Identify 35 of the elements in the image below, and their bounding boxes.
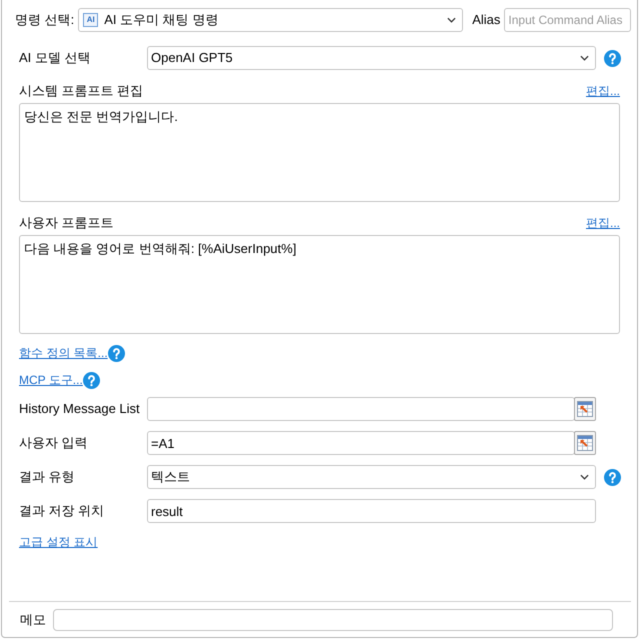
field-label: 결과 유형 [19,468,76,486]
field-label: AI 모델 선택 [19,49,92,68]
ai-icon: AI [83,12,98,26]
chevron-down-icon [580,55,589,61]
advanced-settings-link[interactable]: 고급 설정 표시 [19,533,98,551]
edit-link[interactable]: 편집... [586,214,620,232]
command-label: 명령 선택: [15,10,74,29]
help-icon[interactable] [604,50,621,66]
command-select[interactable]: AI AI 도우미 채팅 명령 [78,8,464,32]
text-input[interactable]: =A1 [147,431,575,455]
model-select[interactable]: OpenAI GPT5 [147,46,596,70]
prompt-textarea[interactable]: 당신은 전문 번역가입니다. [19,103,620,202]
field-label: History Message List [19,400,141,418]
section-label: 시스템 프롬프트 편집 [19,82,144,100]
function-link[interactable]: 함수 정의 목록... [19,344,108,362]
text-input[interactable]: result [147,499,596,523]
memo-label: 메모 [20,611,47,630]
edit-link[interactable]: 편집... [586,82,620,100]
chevron-down-icon [447,16,456,22]
chevron-down-icon [580,474,589,480]
field-label: 결과 저장 위치 [19,502,106,520]
alias-label: Alias [472,10,500,29]
prompt-textarea[interactable]: 다음 내용을 영어로 번역해줘: [%AiUserInput%] [19,235,620,334]
help-icon[interactable] [82,372,100,388]
text-input[interactable] [147,397,575,421]
function-link[interactable]: MCP 도구... [19,371,83,389]
type-select[interactable]: 텍스트 [147,465,596,489]
help-icon[interactable] [604,468,621,486]
memo-input[interactable] [53,609,613,631]
field-label: 사용자 입력 [19,434,89,452]
alias-input[interactable]: Input Command Alias [504,8,632,32]
section-label: 사용자 프롬프트 [19,214,114,232]
cell-picker-button[interactable] [574,431,596,455]
help-icon[interactable] [108,344,125,362]
cell-picker-button[interactable] [574,397,596,421]
